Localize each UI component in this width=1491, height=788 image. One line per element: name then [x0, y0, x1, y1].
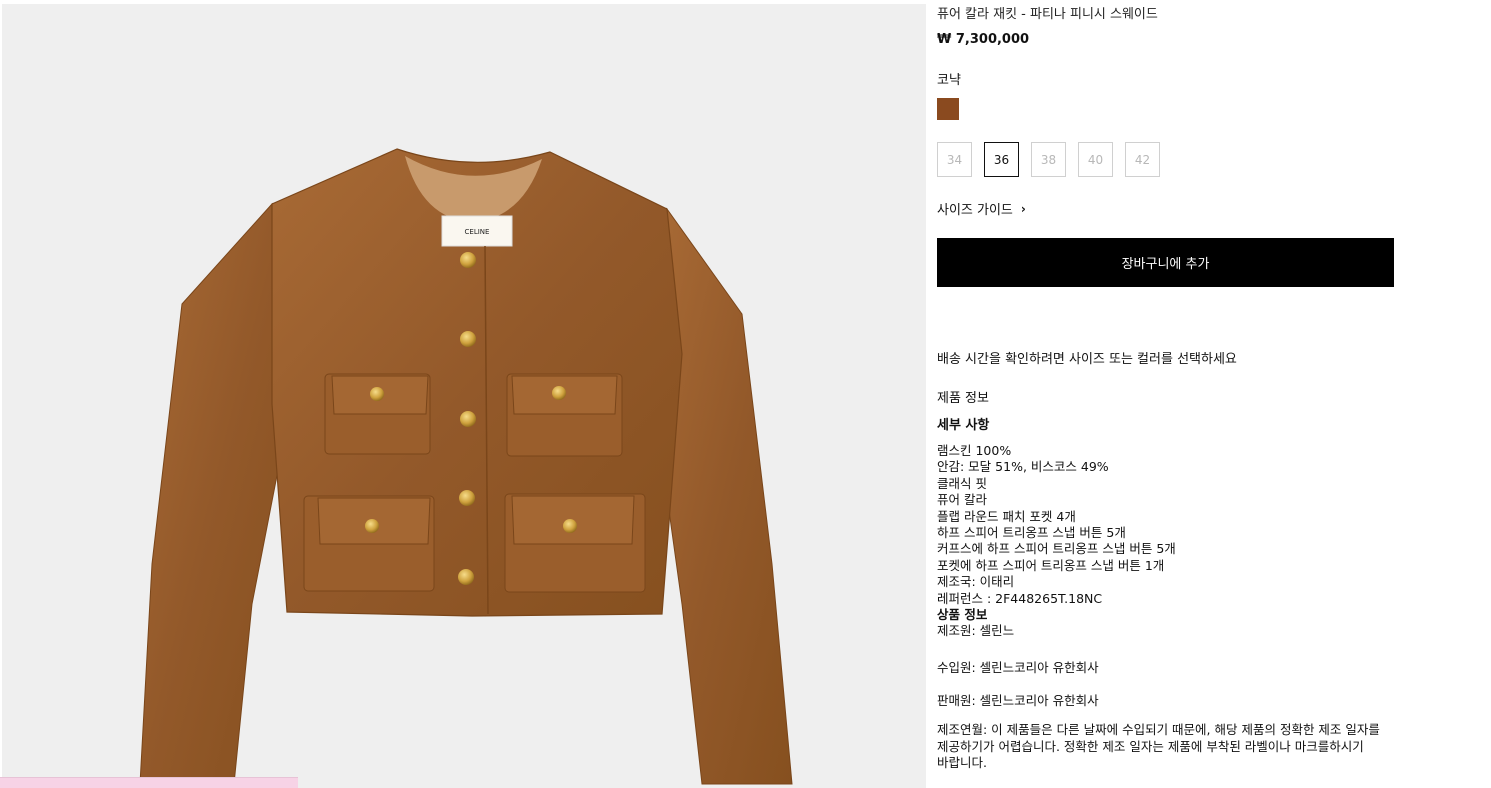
jacket-label-text: CELINE: [465, 228, 490, 236]
size-selector: 34 36 38 40 42: [937, 142, 1172, 177]
product-title: 퓨어 칼라 재킷 - 파티나 피니시 스웨이드: [937, 7, 1158, 22]
bottom-banner-edge[interactable]: [0, 777, 298, 788]
size-option-42[interactable]: 42: [1125, 142, 1160, 177]
spec-item: 안감: 모달 51%, 비스코스 49%: [937, 459, 1109, 475]
size-option-40[interactable]: 40: [1078, 142, 1113, 177]
spec-item: 포켓에 하프 스피어 트리옹프 스냅 버튼 1개: [937, 557, 1165, 573]
jacket-illustration: CELINE: [139, 148, 793, 785]
spec-item: 커프스에 하프 스피어 트리옹프 스냅 버튼 5개: [937, 541, 1176, 557]
size-option-36[interactable]: 36: [984, 142, 1019, 177]
spec-item: 퓨어 칼라: [937, 492, 987, 508]
add-to-cart-button[interactable]: 장바구니에 추가: [937, 238, 1394, 287]
product-page: CELINE 퓨어 칼라 재킷 - 파티나 피니시 스웨이드 ₩ 7,300,0…: [0, 0, 1491, 788]
size-option-38[interactable]: 38: [1031, 142, 1066, 177]
spec-item: 제조국: 이태리: [937, 574, 1015, 590]
size-option-34[interactable]: 34: [937, 142, 972, 177]
product-info-tab[interactable]: 제품 정보: [937, 387, 989, 406]
chevron-right-icon: ›: [1020, 201, 1026, 216]
manufacturer-text: 제조원: 셀린느: [937, 623, 1015, 639]
spec-item: 레퍼런스 : 2F448265T.18NC: [937, 590, 1103, 606]
color-swatch-cognac[interactable]: [937, 98, 959, 120]
size-guide-link[interactable]: 사이즈 가이드 ›: [937, 199, 1026, 219]
color-name: 코냑: [937, 73, 961, 88]
spec-item: 클래식 핏: [937, 475, 987, 491]
shipping-note: 배송 시간을 확인하려면 사이즈 또는 컬러를 선택하세요: [937, 352, 1237, 367]
spec-item: 플랩 라운드 패치 포켓 4개: [937, 508, 1076, 524]
spec-item: 램스킨 100%: [937, 443, 1012, 458]
importer-text: 수입원: 셀린느코리아 유한회사: [937, 660, 1099, 675]
manufacture-date-text: 제조연월: 이 제품들은 다른 날짜에 수입되기 때문에, 해당 제품의 정확한…: [937, 722, 1380, 771]
spec-item: 하프 스피어 트리옹프 스냅 버튼 5개: [937, 525, 1126, 541]
size-guide-label: 사이즈 가이드: [937, 203, 1013, 218]
spec-list: 램스킨 100% 안감: 모달 51%, 비스코스 49% 클래식 핏 퓨어 칼…: [937, 443, 1176, 640]
product-image[interactable]: CELINE: [2, 4, 926, 788]
details-heading: 세부 사항: [937, 418, 990, 433]
product-price: ₩ 7,300,000: [937, 32, 1030, 47]
seller-text: 판매원: 셀린느코리아 유한회사: [937, 693, 1099, 708]
product-info-heading: 상품 정보: [937, 607, 988, 623]
